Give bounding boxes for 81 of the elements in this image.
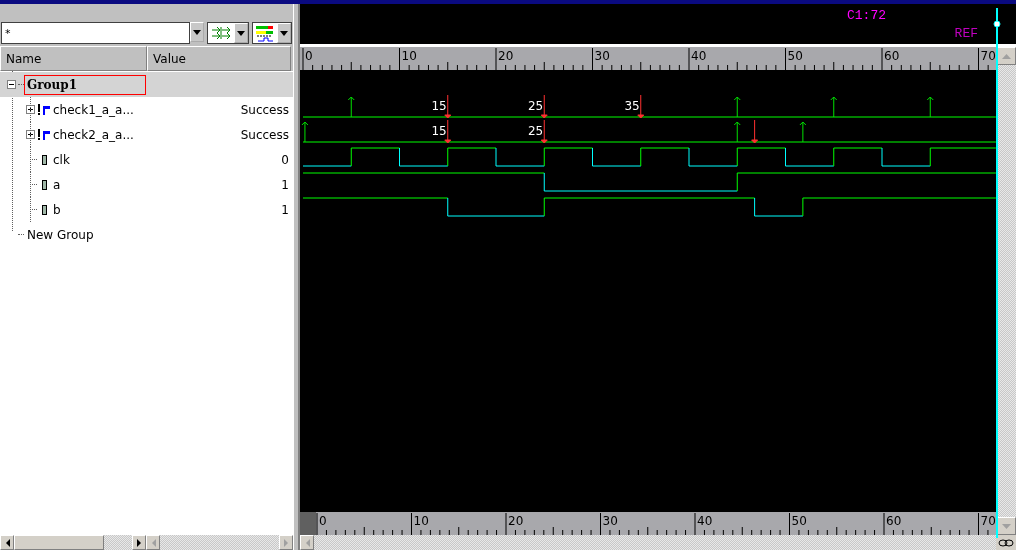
up-arrow-icon: [1001, 53, 1011, 59]
signal-value: 0: [281, 152, 290, 167]
signal-value: 1: [281, 202, 290, 217]
signal-value: 1: [281, 177, 290, 192]
horizontal-scrollbar[interactable]: [0, 535, 146, 550]
signal-name[interactable]: check1_a_a...: [53, 102, 134, 117]
pass-arrow-icon: [733, 121, 741, 143]
ruler-label: 40: [691, 49, 707, 63]
group-label[interactable]: New Group: [24, 224, 146, 245]
scroll-left-button[interactable]: [0, 535, 14, 550]
ruler-label: 20: [508, 514, 524, 528]
signal-value: Success: [240, 102, 290, 117]
scroll-up-button[interactable]: [996, 47, 1016, 65]
scroll-down-button[interactable]: [996, 517, 1016, 535]
ruler-label: 10: [413, 514, 429, 528]
arrows-dropdown[interactable]: [207, 22, 249, 44]
scroll-right-button[interactable]: [132, 535, 146, 550]
fail-arrow-icon: [637, 94, 645, 119]
caret-icon: [280, 30, 288, 36]
scroll-thumb[interactable]: [14, 535, 104, 550]
signal-name[interactable]: b: [53, 202, 61, 217]
dropdown-button[interactable]: [234, 23, 248, 43]
left-arrow-icon: [4, 538, 10, 547]
bars-icon: [255, 24, 275, 42]
failure-time-label: 15: [431, 99, 447, 113]
link-icon[interactable]: [996, 535, 1016, 550]
signal-name[interactable]: check2_a_a...: [53, 127, 134, 142]
assertion-icon: [37, 128, 51, 141]
expand-icon[interactable]: [26, 105, 35, 114]
column-header[interactable]: Value: [147, 46, 291, 71]
ruler-label: 40: [697, 514, 713, 528]
ruler-label: 50: [791, 514, 807, 528]
collapse-icon[interactable]: [7, 80, 16, 89]
cursor-label: C1:72: [847, 8, 887, 23]
ruler-label: 10: [401, 49, 417, 63]
arrows-icon: [210, 26, 232, 40]
dropdown-button[interactable]: [190, 22, 204, 42]
expand-icon[interactable]: [26, 130, 35, 139]
column-header[interactable]: Name: [0, 46, 147, 71]
pass-arrow-icon: [733, 96, 741, 118]
right-arrow-icon: [136, 538, 142, 547]
signal-value: Success: [240, 127, 290, 142]
failure-time-label: 25: [527, 99, 544, 113]
filter-field[interactable]: *: [1, 22, 190, 44]
fail-arrow-icon: [751, 119, 759, 144]
failure-time-label: 25: [527, 124, 544, 138]
pass-arrow-icon: [799, 121, 807, 143]
assertion-icon: [37, 103, 51, 116]
ruler-label: 60: [886, 514, 902, 528]
caret-icon: [237, 30, 245, 36]
cursor-handle[interactable]: [993, 20, 1001, 28]
pass-arrow-icon: [926, 96, 934, 118]
ruler-label: 30: [594, 49, 610, 63]
splitter[interactable]: [293, 4, 300, 550]
signal-name[interactable]: a: [53, 177, 61, 192]
ruler-label: 30: [602, 514, 618, 528]
dropdown-button[interactable]: [277, 23, 291, 43]
ruler-label: 70: [980, 514, 996, 528]
down-arrow-icon: [1001, 523, 1011, 529]
reference-label: REF: [954, 26, 978, 41]
ruler-label: 0: [319, 514, 327, 528]
right-arrow-icon: [283, 538, 289, 547]
ruler-label: 70: [980, 49, 996, 63]
ruler-label: 20: [498, 49, 514, 63]
pass-arrow-icon: [830, 96, 838, 118]
display-dropdown[interactable]: [252, 22, 292, 44]
left-arrow-icon: [150, 538, 156, 547]
pass-arrow-icon: [347, 96, 355, 118]
vertical-scrollbar[interactable]: [996, 47, 1016, 535]
caret-icon: [193, 29, 201, 35]
left-arrow-icon: [304, 538, 310, 547]
ruler-label: 0: [305, 49, 313, 63]
failure-time-label: 35: [624, 99, 640, 113]
group-label[interactable]: Group1: [24, 74, 146, 95]
failure-time-label: 15: [431, 124, 447, 138]
signal-name[interactable]: clk: [53, 152, 70, 167]
horizontal-scrollbar[interactable]: [300, 535, 996, 550]
ruler-label: 60: [884, 49, 900, 63]
ruler-margin: [300, 512, 316, 535]
pass-arrow-icon: [301, 121, 309, 143]
ruler-label: 50: [787, 49, 803, 63]
